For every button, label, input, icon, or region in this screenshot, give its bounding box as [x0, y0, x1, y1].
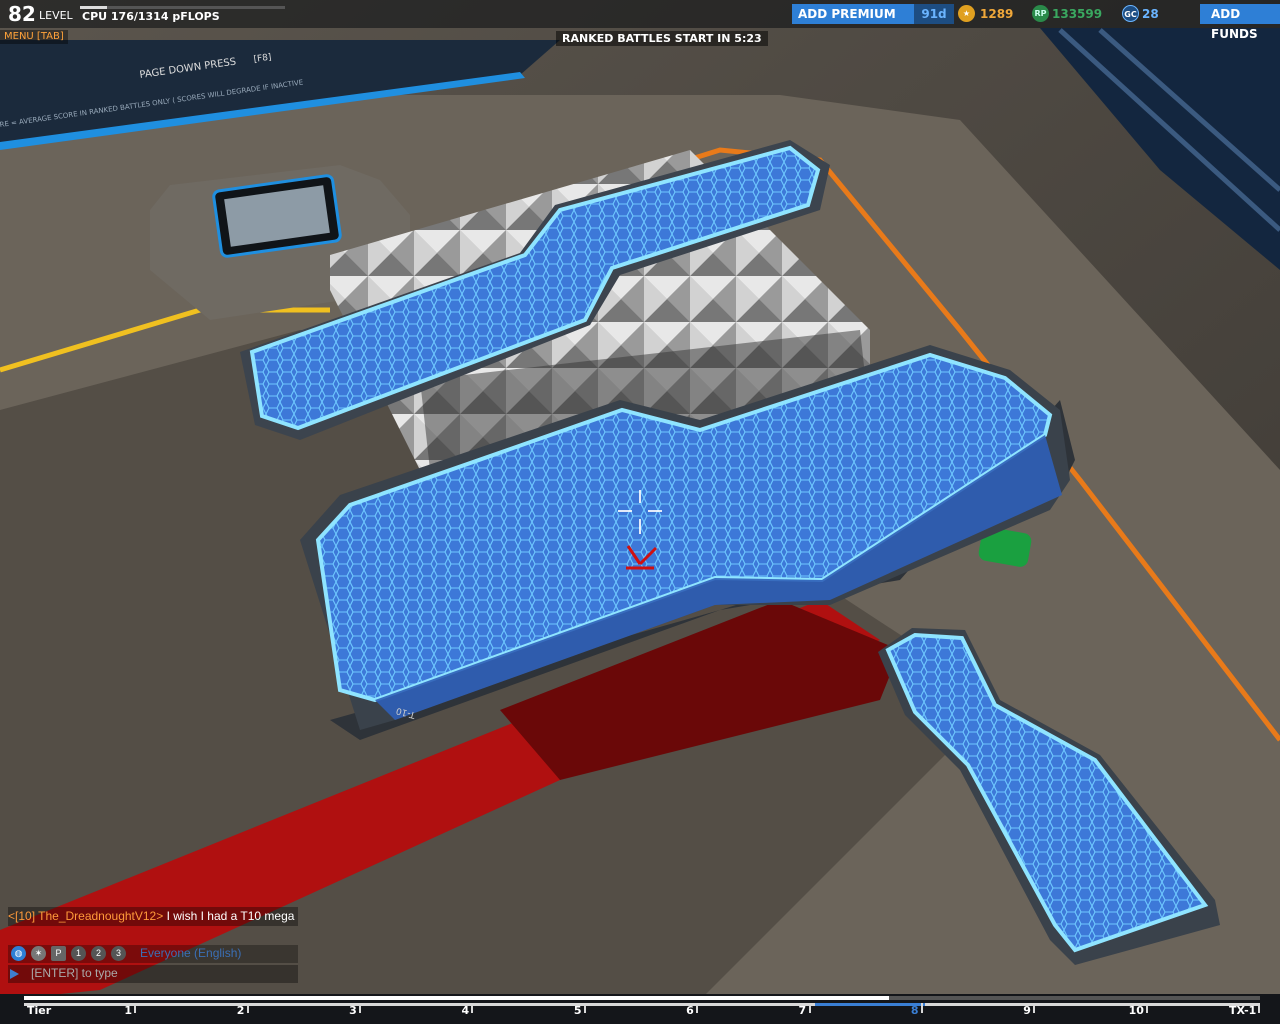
chat-input-arrow-icon [10, 969, 19, 979]
robits-balance: 1289 [980, 7, 1014, 21]
tier-tick [471, 1003, 474, 1013]
tier-tick [808, 1003, 811, 1013]
chat-input-placeholder: [ENTER] to type [31, 966, 118, 980]
tier-tick [1145, 1003, 1148, 1013]
player-level-number: 82 [8, 2, 36, 26]
tier-label: 9 [1023, 1004, 1031, 1017]
chat-channel-label[interactable]: Everyone (English) [140, 946, 241, 960]
tier-label: 8 [910, 1004, 919, 1017]
tier-scale-track [24, 1003, 1260, 1006]
tier-label: 2 [236, 1004, 245, 1017]
tier-tick [583, 1003, 586, 1013]
tier-label: 5 [573, 1004, 582, 1017]
chat-message: <[10] The_DreadnoughtV12> I wish I had a… [8, 907, 298, 926]
tier-tick [359, 1003, 362, 1013]
tier-tick [246, 1003, 249, 1013]
globe-icon[interactable]: ◍ [11, 946, 26, 961]
tier-progress-fill [24, 996, 890, 1000]
tier-label: 7 [798, 1004, 807, 1017]
chat-input[interactable]: [ENTER] to type [8, 965, 298, 983]
cpu-usage-bar [80, 6, 285, 9]
current-tier-highlight [815, 1003, 925, 1006]
party-icon[interactable]: P [51, 946, 66, 961]
tier-label: 1 [124, 1004, 133, 1017]
tier-progress-track [24, 996, 1260, 1000]
gc-coin-icon: GC [1122, 5, 1139, 22]
tier-label: 3 [349, 1004, 357, 1017]
gc-balance: 28 [1142, 7, 1159, 21]
tier-label: 10 [1128, 1004, 1144, 1017]
add-funds-button[interactable]: ADD FUNDS [1200, 4, 1280, 41]
tier-tick [920, 1003, 923, 1013]
squad-3-icon[interactable]: 3 [111, 946, 126, 961]
player-level-label: LEVEL [39, 9, 73, 22]
premium-days-remaining: 91d [914, 4, 954, 24]
clan-icon[interactable]: ✶ [31, 946, 46, 961]
tier-tick [1033, 1003, 1036, 1013]
tier-tick [696, 1003, 699, 1013]
tier-label: 6 [686, 1004, 694, 1017]
squad-2-icon[interactable]: 2 [91, 946, 106, 961]
add-premium-button[interactable]: ADD PREMIUM [792, 4, 914, 24]
squad-1-icon[interactable]: 1 [71, 946, 86, 961]
tier-label: TX-1 [1229, 1004, 1257, 1017]
star-icon: ★ [958, 5, 975, 22]
ranked-countdown: RANKED BATTLES START IN 5:23 [556, 31, 768, 46]
tier-tick [1258, 1003, 1260, 1013]
cpu-usage-fill [80, 6, 108, 9]
tier-progress-bar: Tier 1 2 3 4 5 6 7 8 9 10 TX-1 [0, 994, 1280, 1024]
chat-panel: <[10] The_DreadnoughtV12> I wish I had a… [0, 905, 300, 987]
tier-tick [134, 1003, 137, 1013]
chat-message-text: I wish I had a T10 mega [166, 909, 295, 923]
tier-label: Tier [27, 1004, 52, 1017]
menu-button[interactable]: MENU [TAB] [0, 30, 68, 44]
chat-message-sender[interactable]: <[10] The_DreadnoughtV12> [8, 909, 163, 923]
rp-coin-icon: RP [1032, 5, 1049, 22]
rp-balance: 133599 [1052, 7, 1103, 21]
tier-label: 4 [461, 1004, 470, 1017]
chat-channel-selector[interactable]: ◍ ✶ P 1 2 3 Everyone (English) [8, 945, 298, 963]
cpu-usage-text: CPU 176/1314 pFLOPS [82, 10, 220, 23]
game-world[interactable]: PAGE DOWN PRESS [F8] RE = AVERAGE SCORE … [0, 0, 1280, 1024]
